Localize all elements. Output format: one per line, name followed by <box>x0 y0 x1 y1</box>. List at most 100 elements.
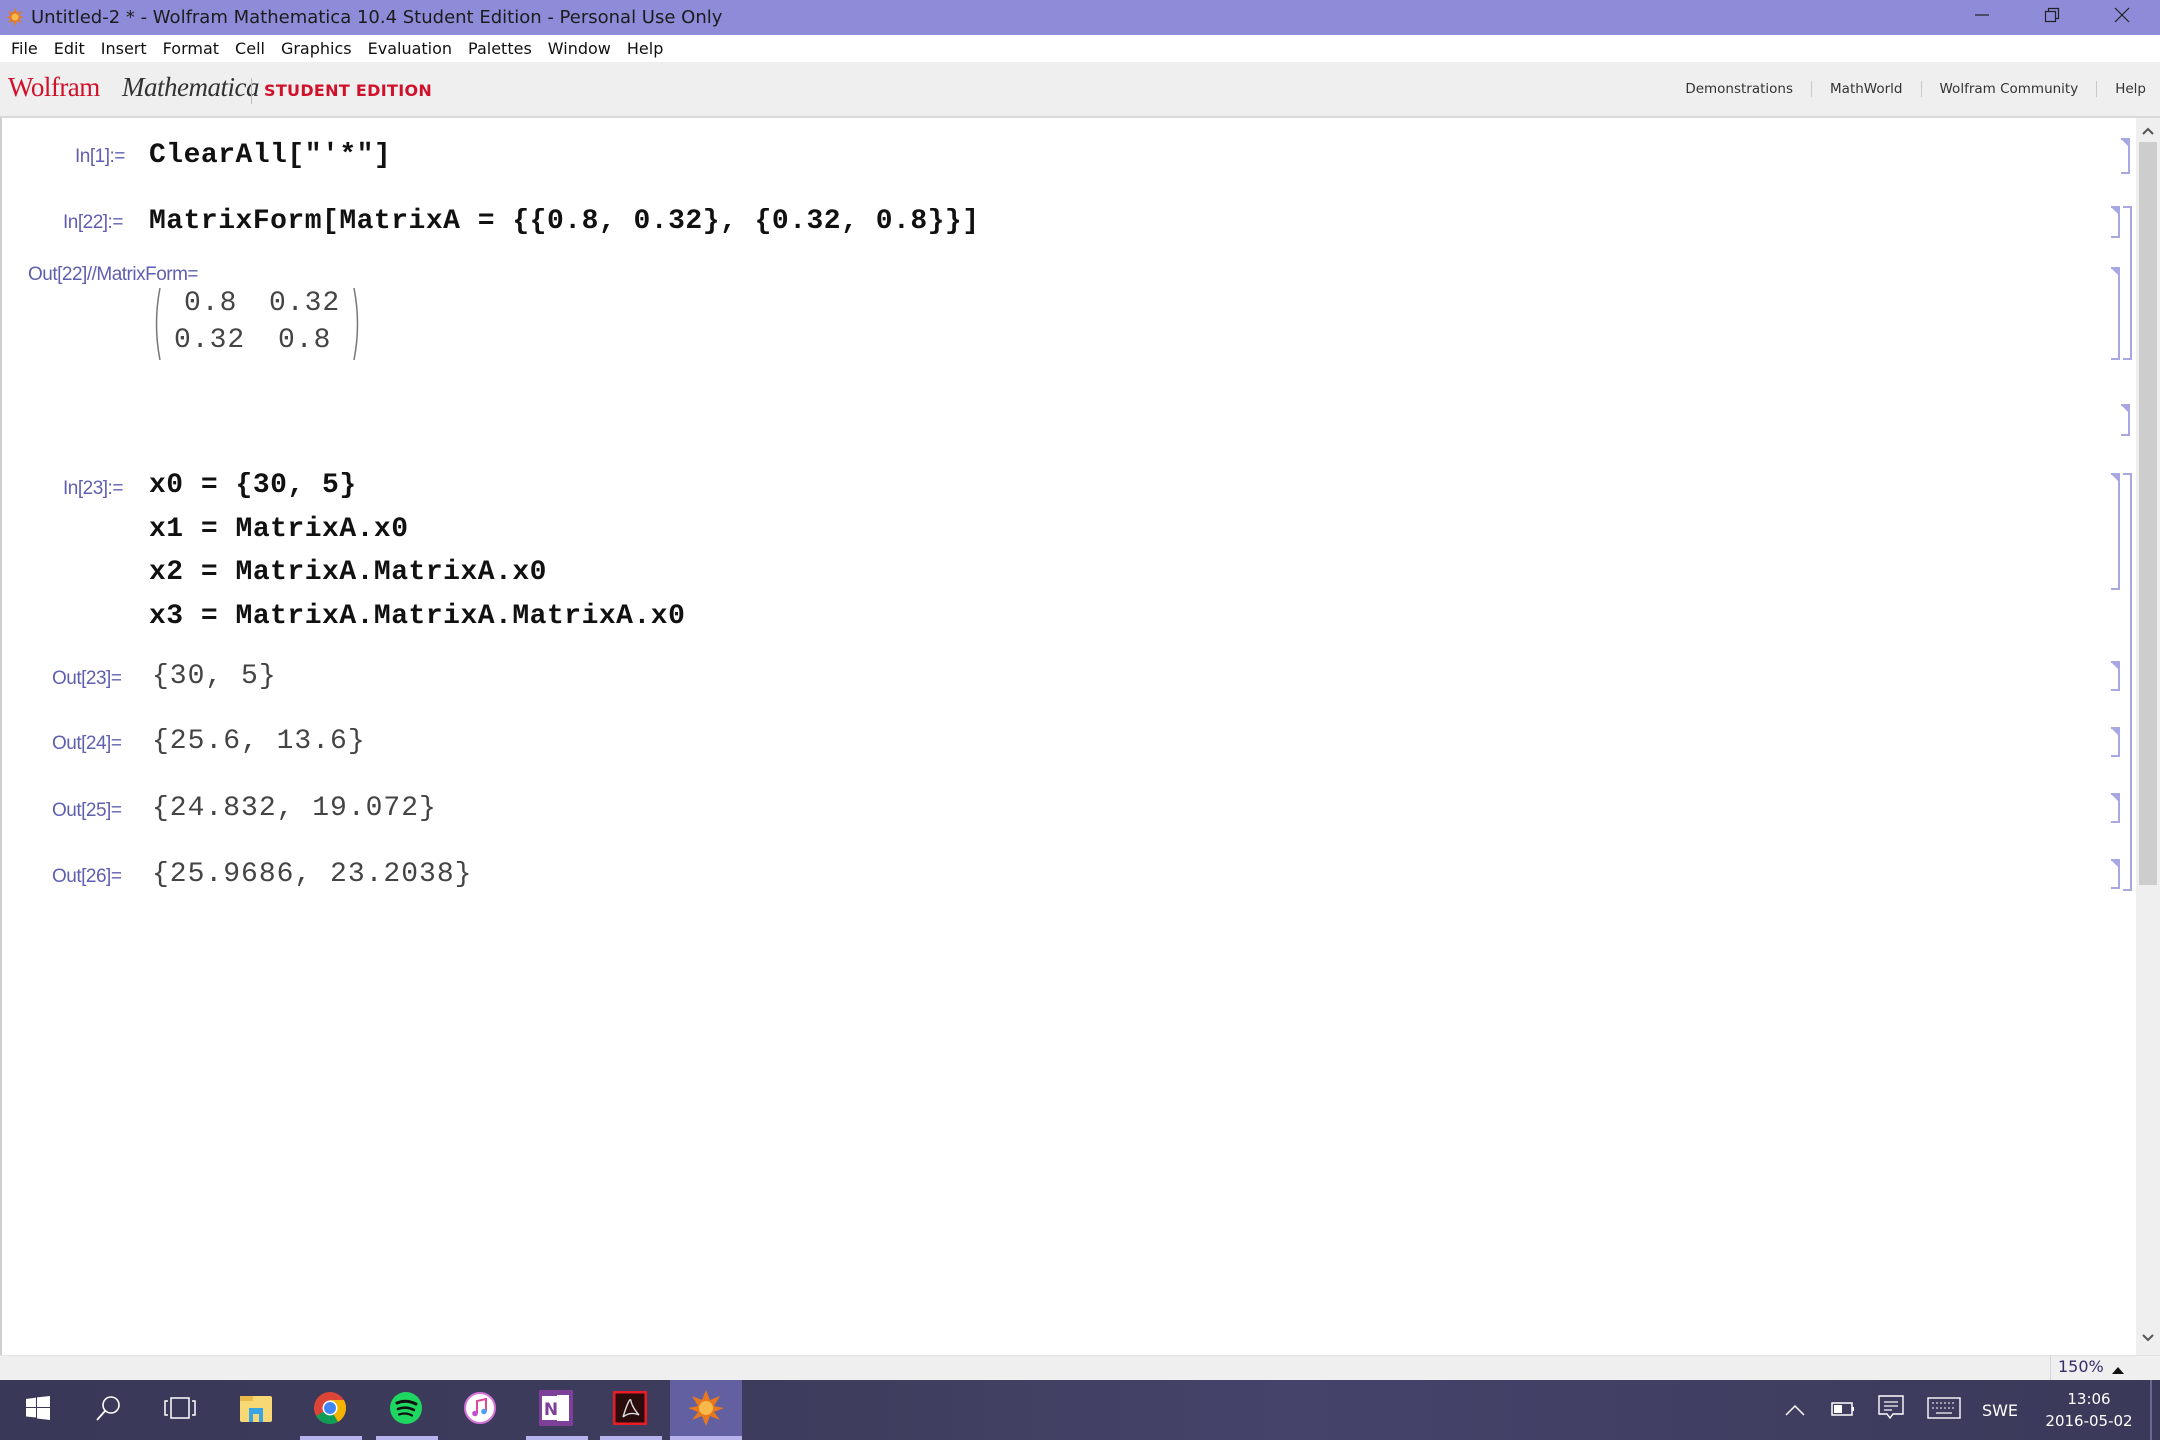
code-line: x0 = {30, 5} <box>149 470 357 501</box>
taskbar-app-mathematica[interactable] <box>678 1380 734 1440</box>
show-hidden-icons-button[interactable] <box>1780 1380 1810 1440</box>
window-title: Untitled-2 * - Wolfram Mathematica 10.4 … <box>31 7 723 28</box>
restore-icon <box>2044 7 2060 28</box>
zoom-level[interactable]: 150% <box>2058 1357 2104 1376</box>
itunes-icon <box>464 1391 496 1429</box>
close-icon <box>2114 7 2130 28</box>
output-cell-out24[interactable]: {25.6, 13.6} <box>152 726 366 757</box>
taskbar-app-itunes[interactable] <box>452 1380 508 1440</box>
matrix-right-paren <box>353 287 359 361</box>
windows-logo-icon <box>26 1395 50 1425</box>
minimize-button[interactable] <box>1950 0 2014 35</box>
matrix-cell-r2c2: 0.8 <box>278 325 332 356</box>
bracket-marker <box>2112 729 2119 736</box>
action-center-button[interactable] <box>1876 1380 1906 1440</box>
input-cell-in1[interactable]: ClearAll["'*"] <box>149 140 391 171</box>
menu-insert[interactable]: Insert <box>94 35 156 62</box>
restore-button[interactable] <box>2020 0 2084 35</box>
cell-label-out24: Out[24]= <box>52 733 122 754</box>
triangle-up-icon <box>2112 1361 2124 1378</box>
cell-label-in23: In[23]:= <box>63 478 123 499</box>
menu-format[interactable]: Format <box>156 35 228 62</box>
input-cell-in22[interactable]: MatrixForm[MatrixA = {{0.8, 0.32}, {0.32… <box>149 206 980 237</box>
code-line: x2 = MatrixA.MatrixA.x0 <box>149 557 547 588</box>
close-button[interactable] <box>2090 0 2154 35</box>
cell-bracket-out22[interactable] <box>2111 267 2120 360</box>
battery-button[interactable] <box>1828 1380 1858 1440</box>
touch-keyboard-button[interactable] <box>1926 1380 1962 1440</box>
running-indicator <box>300 1436 362 1440</box>
cell-label-out25: Out[25]= <box>52 800 122 821</box>
matrix-left-paren <box>155 287 161 361</box>
cell-label-out22: Out[22]//MatrixForm= <box>28 264 199 285</box>
cell-bracket-in23[interactable] <box>2111 473 2120 590</box>
menu-palettes[interactable]: Palettes <box>461 35 541 62</box>
scroll-thumb[interactable] <box>2139 142 2157 885</box>
svg-text:N: N <box>544 1400 558 1420</box>
show-desktop-button[interactable] <box>2150 1380 2152 1440</box>
search-button[interactable] <box>80 1380 136 1440</box>
output-cell-out26[interactable]: {25.9686, 23.2038} <box>152 859 472 890</box>
chevron-up-icon <box>2142 122 2154 140</box>
chevron-down-icon <box>2142 1329 2154 1347</box>
code-line: x3 = MatrixA.MatrixA.MatrixA.x0 <box>149 601 686 632</box>
bracket-marker <box>2112 269 2119 276</box>
start-button[interactable] <box>10 1380 66 1440</box>
bracket-marker <box>2122 406 2129 413</box>
taskbar-app-file-explorer[interactable] <box>228 1380 284 1440</box>
bracket-marker <box>2112 208 2119 215</box>
matrix-cell-r1c1: 0.8 <box>184 288 238 319</box>
link-demonstrations[interactable]: Demonstrations <box>1685 81 1793 97</box>
matrix-output[interactable]: 0.8 0.32 0.32 0.8 <box>152 286 364 362</box>
link-mathworld[interactable]: MathWorld <box>1830 81 1902 97</box>
taskbar-app-onenote[interactable]: N <box>528 1380 584 1440</box>
status-bar <box>0 1355 2160 1380</box>
bracket-marker <box>2112 663 2119 670</box>
scroll-up-button[interactable] <box>2139 123 2157 139</box>
matrix-cell-r1c2: 0.32 <box>269 288 341 319</box>
brand-divider <box>251 78 252 104</box>
status-divider <box>2050 1355 2051 1380</box>
menu-edit[interactable]: Edit <box>47 35 94 62</box>
output-cell-out25[interactable]: {24.832, 19.072} <box>152 793 437 824</box>
link-divider <box>2096 81 2098 97</box>
taskbar-app-chrome[interactable] <box>302 1380 358 1440</box>
cell-label-out23: Out[23]= <box>52 668 122 689</box>
notebook-area[interactable]: In[1]:= ClearAll["'*"] In[22]:= MatrixFo… <box>0 118 2136 1355</box>
task-view-button[interactable] <box>152 1380 208 1440</box>
clock[interactable]: 13:06 2016-05-02 <box>2036 1380 2142 1440</box>
menu-bar: File Edit Insert Format Cell Graphics Ev… <box>0 35 2160 62</box>
bracket-marker <box>2112 475 2119 482</box>
output-cell-out23[interactable]: {30, 5} <box>152 661 277 692</box>
menu-help[interactable]: Help <box>620 35 672 62</box>
menu-cell[interactable]: Cell <box>228 35 274 62</box>
menu-evaluation[interactable]: Evaluation <box>361 35 461 62</box>
brand-wolfram: Wolfram <box>8 72 100 102</box>
link-divider <box>1920 81 1922 97</box>
language-indicator[interactable]: SWE <box>1978 1380 2022 1440</box>
group-bracket-22[interactable] <box>2123 206 2132 360</box>
scroll-down-button[interactable] <box>2139 1330 2157 1346</box>
cell-label-in1: In[1]:= <box>75 146 125 167</box>
taskbar-app-spotify[interactable] <box>378 1380 434 1440</box>
code-line: x1 = MatrixA.x0 <box>149 514 409 545</box>
keyboard-icon <box>1927 1397 1961 1423</box>
menu-graphics[interactable]: Graphics <box>274 35 361 62</box>
bracket-marker <box>2112 795 2119 802</box>
link-help[interactable]: Help <box>2115 81 2146 97</box>
group-bracket-23[interactable] <box>2123 473 2132 891</box>
input-cell-in23[interactable]: x0 = {30, 5} x1 = MatrixA.x0 x2 = Matrix… <box>149 470 749 650</box>
zoom-menu-button[interactable] <box>2112 1361 2124 1379</box>
link-wolfram-community[interactable]: Wolfram Community <box>1940 81 2079 97</box>
menu-file[interactable]: File <box>4 35 47 62</box>
brand-mathematica: Mathematica <box>122 72 259 102</box>
running-indicator <box>670 1436 742 1440</box>
folder-icon <box>239 1393 273 1428</box>
matrix-cell-r2c1: 0.32 <box>174 325 246 356</box>
menu-window[interactable]: Window <box>541 35 620 62</box>
taskbar-app-acrobat[interactable] <box>602 1380 658 1440</box>
cell-label-in22: In[22]:= <box>63 212 123 233</box>
header-links: Demonstrations MathWorld Wolfram Communi… <box>1685 62 2146 116</box>
notification-icon <box>1878 1395 1904 1425</box>
battery-icon <box>1831 1401 1855 1420</box>
